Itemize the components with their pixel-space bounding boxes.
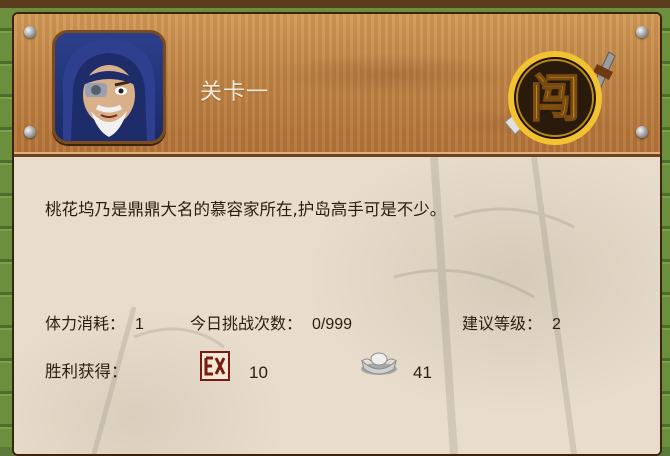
exp-icon (199, 350, 231, 382)
daily-challenges-value: 0/999 (312, 316, 353, 333)
challenge-button[interactable]: 闯 (497, 44, 617, 154)
hooded-masked-man-icon (63, 39, 155, 141)
recommended-level-label: 建议等级： (462, 314, 543, 333)
exp-reward-value: 10 (249, 363, 268, 382)
rivet-icon (636, 126, 648, 138)
stage-title: 关卡一 (200, 80, 270, 105)
rivet-icon (636, 26, 648, 38)
stamina-cost: 体力消耗： 1 (45, 310, 144, 334)
stage-header: 关卡一 闯 (14, 14, 660, 157)
silver-ingot-icon (359, 347, 399, 377)
daily-challenges: 今日挑战次数： 0/999 (190, 310, 352, 334)
challenge-emblem-icon: 闯 (504, 51, 616, 145)
rivet-icon (24, 126, 36, 138)
daily-challenges-label: 今日挑战次数： (190, 314, 303, 333)
stamina-label: 体力消耗： (45, 314, 126, 333)
rewards-label: 胜利获得： (45, 362, 128, 381)
silver-reward-value: 41 (413, 363, 432, 382)
stamina-value: 1 (135, 316, 144, 333)
boss-avatar (52, 30, 166, 144)
stage-info-panel: 关卡一 闯 桃花坞乃是鼎鼎大名的慕容家所在,护岛高手可是不少。 体力消耗： 1 (12, 12, 662, 456)
stage-body: 桃花坞乃是鼎鼎大名的慕容家所在,护岛高手可是不少。 体力消耗： 1 今日挑战次数：… (14, 157, 660, 454)
recommended-level: 建议等级： 2 (462, 310, 561, 334)
recommended-level-value: 2 (552, 316, 561, 333)
stage-description: 桃花坞乃是鼎鼎大名的慕容家所在,护岛高手可是不少。 (45, 200, 447, 219)
rivet-icon (24, 26, 36, 38)
emblem-glyph: 闯 (530, 69, 580, 128)
